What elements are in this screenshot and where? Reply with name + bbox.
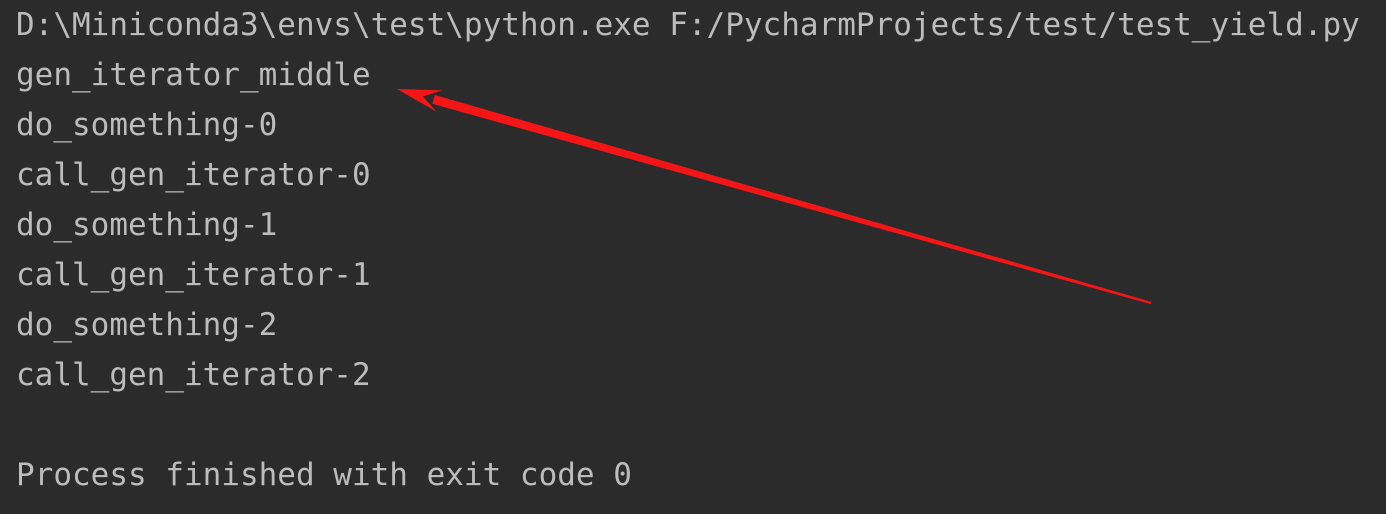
console-exit-status-line: Process finished with exit code 0 [16, 457, 632, 493]
console-line: call_gen_iterator-0 [16, 157, 371, 193]
console-line: do_something-2 [16, 307, 278, 343]
run-console-panel[interactable]: D:\Miniconda3\envs\test\python.exe F:/Py… [0, 0, 1386, 514]
console-output-text[interactable]: D:\Miniconda3\envs\test\python.exe F:/Py… [0, 0, 1386, 500]
console-line: do_something-1 [16, 207, 278, 243]
console-line: do_something-0 [16, 107, 278, 143]
console-line: D:\Miniconda3\envs\test\python.exe F:/Py… [16, 7, 1360, 43]
console-line: gen_iterator_middle [16, 57, 371, 93]
console-line: call_gen_iterator-2 [16, 357, 371, 393]
console-line: call_gen_iterator-1 [16, 257, 371, 293]
